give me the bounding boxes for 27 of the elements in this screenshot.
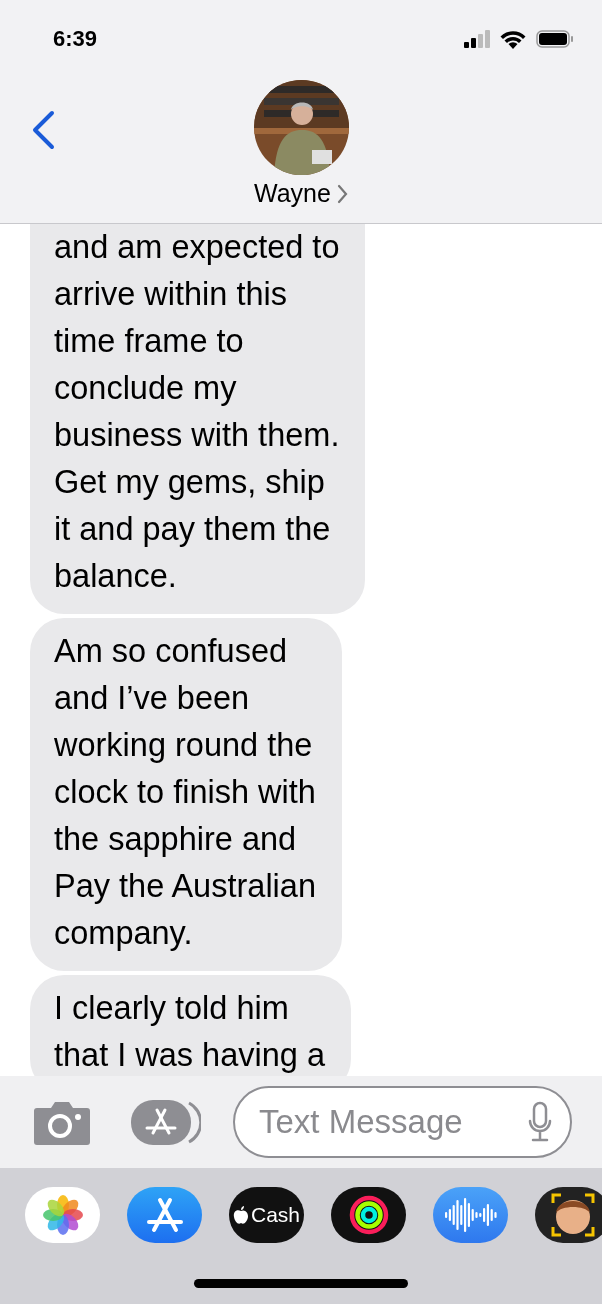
- back-chevron-icon: [30, 110, 56, 150]
- message-bubble: and am expected to arrive within this time frame to conclude my business with them. Get my gems, ship it and pay them the balance.: [30, 224, 366, 614]
- audio-app-button[interactable]: [433, 1187, 508, 1243]
- camera-icon: [33, 1099, 91, 1145]
- logo-icon: [233, 1205, 249, 1225]
- activity-app-button[interactable]: [331, 1187, 406, 1243]
- status-time: 6:39: [53, 26, 98, 52]
- apps-button[interactable]: [131, 1099, 201, 1145]
- appstore-icon: [145, 1197, 184, 1233]
- signal-icon: [464, 30, 490, 48]
- photos-app-button[interactable]: [25, 1187, 100, 1243]
- battery-icon: [536, 30, 574, 48]
- rings-icon: [348, 1195, 389, 1235]
- waveform-icon: [443, 1197, 498, 1233]
- flower-icon: [42, 1195, 83, 1235]
- memoji-app-button[interactable]: [535, 1187, 602, 1243]
- microphone-icon[interactable]: [528, 1101, 552, 1143]
- contact-name[interactable]: Wayne: [254, 179, 348, 208]
- cash-app-button[interactable]: Cash: [229, 1187, 304, 1243]
- camera-button[interactable]: [33, 1099, 91, 1145]
- wifi-icon: [500, 29, 526, 49]
- message-bubble: I clearly told him that I was having a: [30, 975, 351, 1076]
- appstore-app-button[interactable]: [127, 1187, 202, 1243]
- message-bubble: Am so confused and I’ve been working round the clock to finish with the sapphire and Pay the Australian company.: [30, 618, 342, 971]
- chevron-icon: [336, 183, 348, 204]
- appstore-icon: [131, 1099, 201, 1145]
- message-input[interactable]: Text Message: [233, 1086, 572, 1158]
